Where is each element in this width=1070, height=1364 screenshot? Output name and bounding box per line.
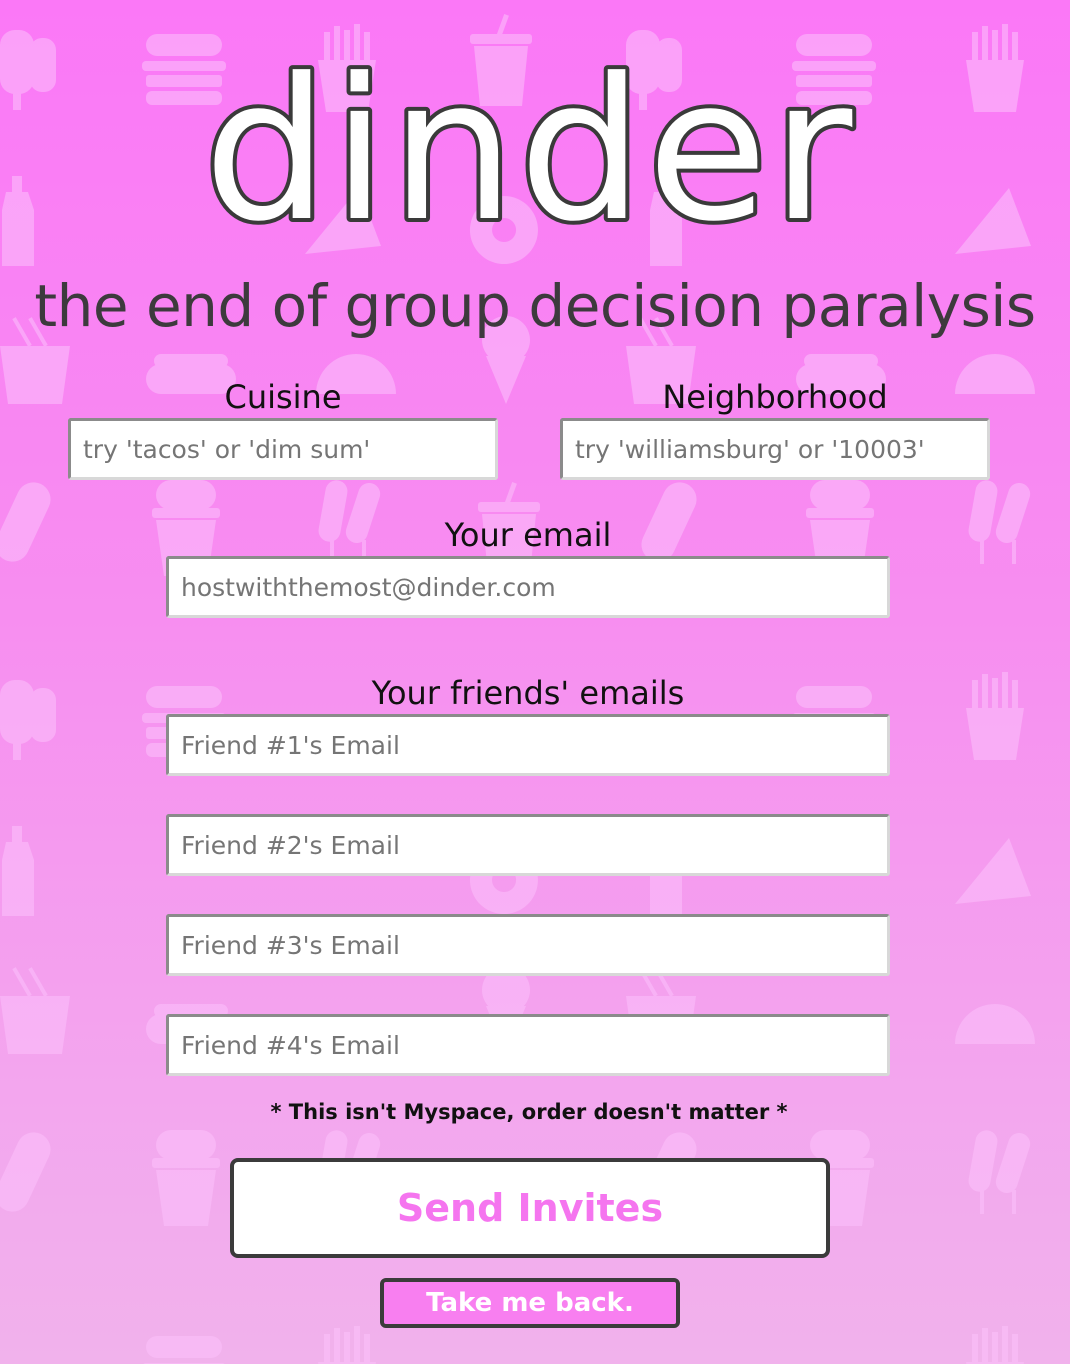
your-email-label: Your email [444, 516, 612, 554]
friend-1-email-input[interactable] [166, 714, 890, 776]
friend-3-email-input[interactable] [166, 914, 890, 976]
neighborhood-label: Neighborhood [662, 378, 888, 416]
send-invites-button[interactable]: Send Invites [230, 1158, 830, 1258]
dinder-logo: dinder [170, 33, 890, 269]
friend-4-email-input[interactable] [166, 1014, 890, 1076]
order-note: * This isn't Myspace, order doesn't matt… [270, 1100, 788, 1124]
cuisine-label: Cuisine [224, 378, 342, 416]
take-me-back-button[interactable]: Take me back. [380, 1278, 680, 1328]
logo-text: dinder [204, 58, 857, 258]
cuisine-input[interactable] [68, 418, 498, 480]
neighborhood-input[interactable] [560, 418, 990, 480]
friend-2-email-input[interactable] [166, 814, 890, 876]
your-email-input[interactable] [166, 556, 890, 618]
friends-emails-label: Your friends' emails [371, 674, 685, 712]
tagline: the end of group decision paralysis [34, 272, 1036, 340]
